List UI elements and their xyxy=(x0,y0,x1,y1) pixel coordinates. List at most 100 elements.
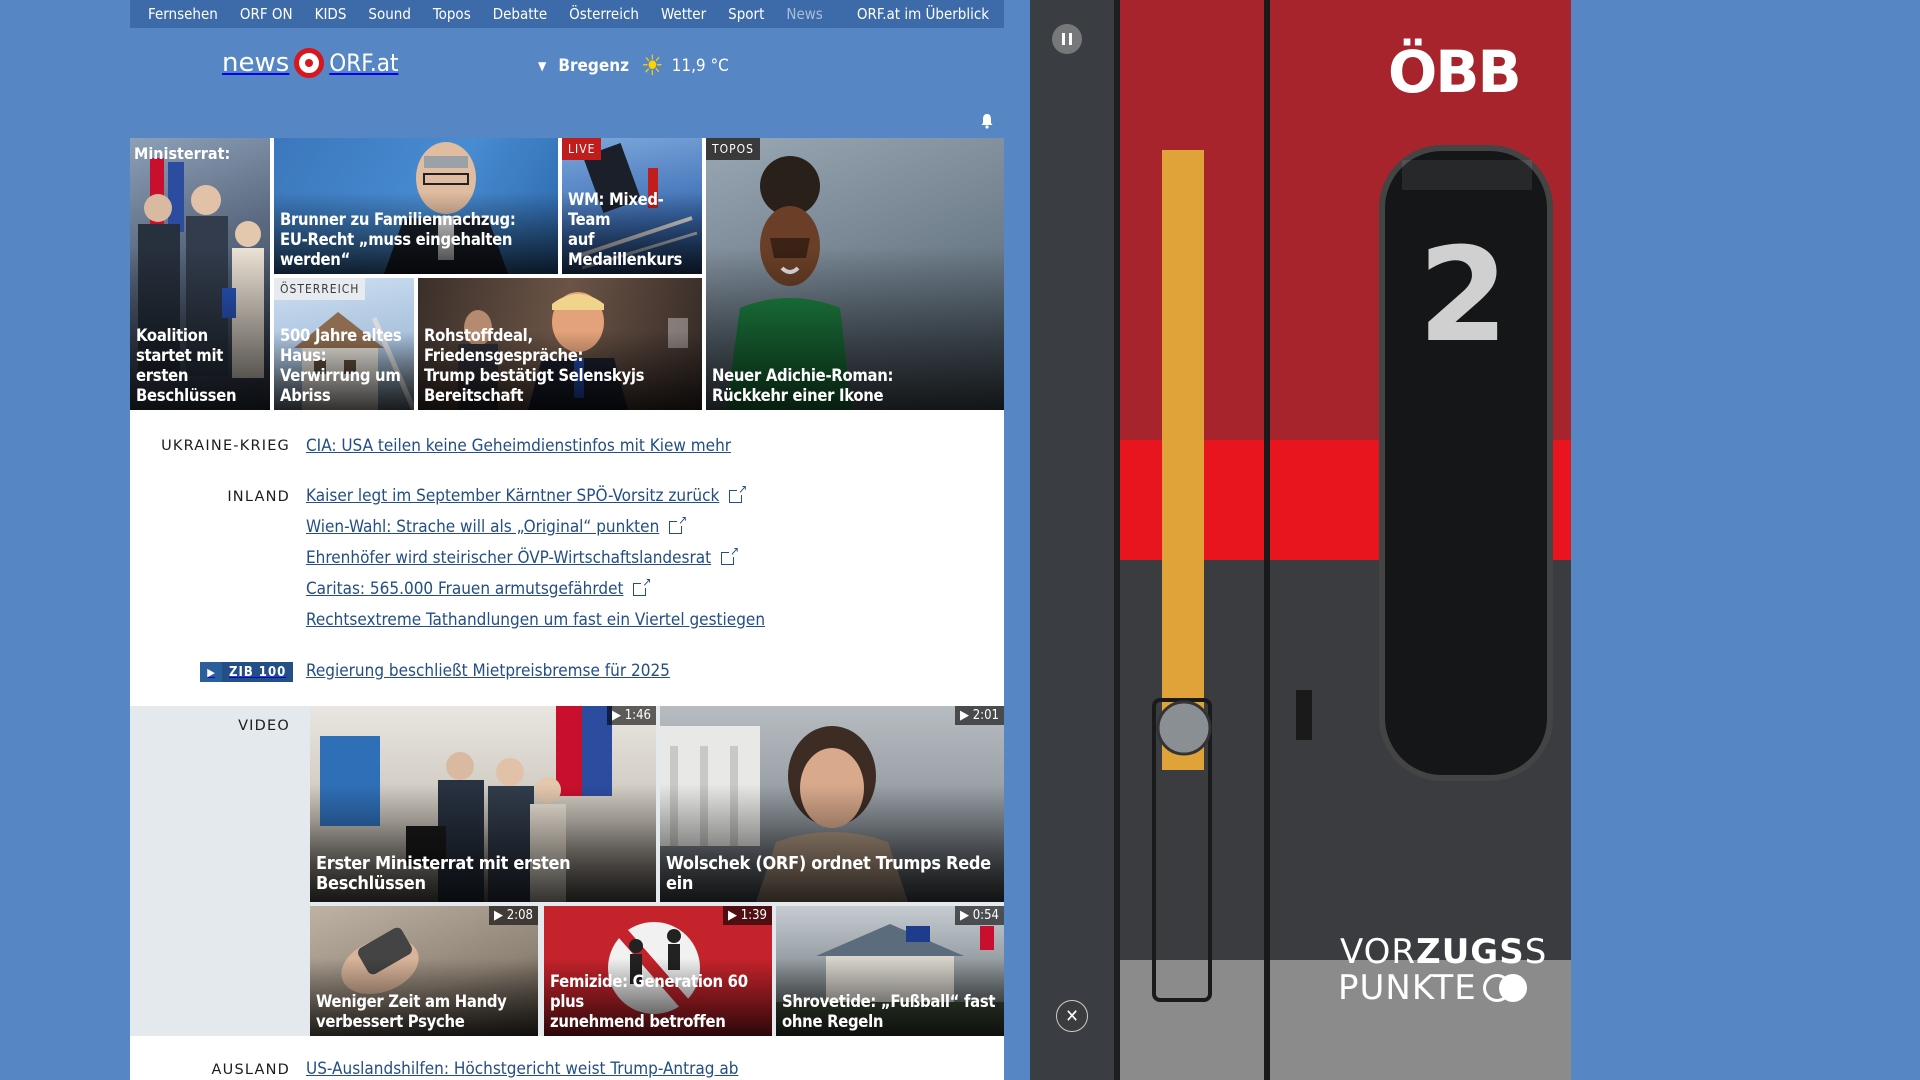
external-link-icon xyxy=(669,514,687,534)
video-duration: ▶ 1:39 xyxy=(723,906,772,925)
train-door-image: 2 xyxy=(1030,0,1571,1080)
tile-caption: Brunner zu Familiennachzug: EU-Recht „mu… xyxy=(280,210,552,270)
tile-caption: Wolschek (ORF) ordnet Trumps Rede ein xyxy=(666,854,998,894)
headline-link[interactable]: US-Auslandshilfen: Höchstgericht weist T… xyxy=(306,1059,738,1079)
slogan-part: S xyxy=(1524,932,1548,972)
video-tile[interactable]: ▶ 0:54 Shrovetide: „Fußball“ fast ohne R… xyxy=(776,906,1004,1036)
caption-line: Neuer Adichie-Roman: xyxy=(712,366,894,385)
section-label-ukraine: UKRAINE-KRIEG xyxy=(161,438,290,454)
caption-line: Brunner zu Familiennachzug: xyxy=(280,210,516,229)
car-number: 2 xyxy=(1418,219,1508,371)
close-button[interactable]: ✕ xyxy=(1056,1000,1088,1032)
story-tile-haus[interactable]: ÖSTERREICH 500 Jahre altes Haus: Verwirr… xyxy=(274,278,414,410)
caption-line: Wolschek (ORF) ordnet Trumps Rede ein xyxy=(666,853,991,894)
zib-100-logo[interactable]: ▶ ZIB 100 xyxy=(200,662,294,682)
caption-line: Rückkehr einer Ikone xyxy=(712,386,884,405)
headline-text: Wien-Wahl: Strache will als „Original“ p… xyxy=(306,517,660,537)
nav-overview[interactable]: ORF.at im Überblick xyxy=(857,5,989,23)
headline-link[interactable]: Wien-Wahl: Strache will als „Original“ p… xyxy=(306,514,687,538)
caret-down-icon[interactable]: ▼ xyxy=(538,59,546,73)
video-duration: ▶ 2:08 xyxy=(489,906,538,925)
main-content: Ministerrat: Koalition startet mit erste… xyxy=(130,104,1004,1080)
pause-button[interactable] xyxy=(1052,24,1082,54)
tile-kicker: Ministerrat: xyxy=(134,144,231,163)
live-badge: LIVE xyxy=(562,138,602,160)
caption-line: Trump bestätigt Selenskyjs Bereitschaft xyxy=(424,366,645,405)
tile-caption: 500 Jahre altes Haus: Verwirrung um Abri… xyxy=(280,326,408,406)
headline-link[interactable]: Regierung beschließt Mietpreisbremse für… xyxy=(306,661,670,681)
video-duration: ▶ 0:54 xyxy=(955,906,1004,925)
slogan-part: VOR xyxy=(1340,932,1417,972)
oesterreich-badge: ÖSTERREICH xyxy=(274,278,366,300)
caption-line: Koalition startet mit xyxy=(136,326,224,365)
nav-topos[interactable]: Topos xyxy=(433,5,471,23)
external-link-icon xyxy=(729,483,747,503)
nav-news[interactable]: News xyxy=(786,5,822,23)
caption-line: Weniger Zeit am Handy xyxy=(316,992,507,1011)
video-tile[interactable]: ▶ 1:39 Femizide: Generation 60 plus zune… xyxy=(544,906,772,1036)
headline-text: Rechtsextreme Tathandlungen um fast ein … xyxy=(306,610,766,630)
video-duration: ▶ 2:01 xyxy=(955,706,1004,725)
bell-icon[interactable] xyxy=(980,113,994,129)
caption-line: ersten Beschlüssen xyxy=(136,366,237,405)
play-icon: ▶ xyxy=(200,662,222,682)
weather-location: Bregenz xyxy=(558,56,630,76)
nav-kids[interactable]: KIDS xyxy=(315,5,347,23)
headline-text: Ehrenhöfer wird steirischer ÖVP-Wirtscha… xyxy=(306,548,712,568)
tile-caption: WM: Mixed-Team auf Medaillenkurs xyxy=(568,190,696,270)
story-tile-wm[interactable]: LIVE WM: Mixed-Team auf Medaillenkurs xyxy=(562,138,702,274)
tile-caption: Koalition startet mit ersten Beschlüssen xyxy=(136,326,264,406)
ad-slogan-line2: PUNKTE xyxy=(1338,968,1527,1008)
logo-news-text: news xyxy=(222,48,290,78)
nav-sound[interactable]: Sound xyxy=(368,5,411,23)
caption-line: Rohstoffdeal, Friedensgespräche: xyxy=(424,326,584,365)
tile-caption: Weniger Zeit am Handy verbessert Psyche xyxy=(316,992,532,1032)
nav-sport[interactable]: Sport xyxy=(728,5,764,23)
story-tile-adichie[interactable]: TOPOS Neuer Adichie-Roman: Rückkehr eine… xyxy=(706,138,1004,410)
headline-link[interactable]: Rechtsextreme Tathandlungen um fast ein … xyxy=(306,610,765,630)
tile-caption: Neuer Adichie-Roman: Rückkehr einer Ikon… xyxy=(712,366,998,406)
nav-wetter[interactable]: Wetter xyxy=(661,5,706,23)
video-tile[interactable]: ▶ 2:01 Wolschek (ORF) ordnet Trumps Rede… xyxy=(660,706,1004,902)
section-label-ausland: AUSLAND xyxy=(211,1062,290,1078)
story-tile-trump[interactable]: Rohstoffdeal, Friedensgespräche: Trump b… xyxy=(418,278,702,410)
headline-text: Kaiser legt im September Kärntner SPÖ-Vo… xyxy=(306,486,720,506)
caption-line: Femizide: Generation 60 plus xyxy=(550,972,748,1011)
tile-caption: Erster Ministerrat mit ersten Beschlüsse… xyxy=(316,854,650,894)
nav-orf-on[interactable]: ORF ON xyxy=(240,5,293,23)
points-icon xyxy=(1482,974,1527,1002)
orf-eye-icon xyxy=(294,48,325,78)
nav-oesterreich[interactable]: Österreich xyxy=(569,5,639,23)
zib-label: ZIB 100 xyxy=(222,662,294,682)
story-tile-koalition[interactable]: Ministerrat: Koalition startet mit erste… xyxy=(130,138,270,410)
headline-link[interactable]: Ehrenhöfer wird steirischer ÖVP-Wirtscha… xyxy=(306,545,739,569)
tile-caption: Rohstoffdeal, Friedensgespräche: Trump b… xyxy=(424,326,696,406)
oebb-advertisement[interactable]: 2 ÖBB VORZUGSS PUNKTE ✕ xyxy=(1030,0,1571,1080)
news-orf-logo[interactable]: news ORF.at xyxy=(222,48,398,78)
caption-line: WM: Mixed-Team xyxy=(568,190,664,229)
nav-fernsehen[interactable]: Fernsehen xyxy=(148,5,218,23)
weather-widget[interactable]: ▼ Bregenz ☀ 11,9 °C xyxy=(538,52,729,80)
headline-text: Caritas: 565.000 Frauen armutsgefährdet xyxy=(306,579,624,599)
logo-orf-text: ORF.at xyxy=(329,49,399,77)
caption-line: zunehmend betroffen xyxy=(550,1012,726,1031)
video-tile[interactable]: ▶ 1:46 Erster Ministerrat mit ersten Bes… xyxy=(310,706,656,902)
tile-caption: Femizide: Generation 60 plus zunehmend b… xyxy=(550,972,766,1032)
headline-link[interactable]: Kaiser legt im September Kärntner SPÖ-Vo… xyxy=(306,483,747,507)
video-tile[interactable]: ▶ 2:08 Weniger Zeit am Handy verbessert … xyxy=(310,906,538,1036)
section-label-video: VIDEO xyxy=(238,718,290,734)
caption-line: verbessert Psyche xyxy=(316,1012,465,1031)
slogan-part: PUNKTE xyxy=(1338,968,1477,1008)
sun-icon: ☀ xyxy=(641,49,664,82)
headline-link[interactable]: Caritas: 565.000 Frauen armutsgefährdet xyxy=(306,576,651,600)
slogan-part-bold: ZUGS xyxy=(1416,932,1525,972)
oebb-logo: ÖBB xyxy=(1388,38,1522,106)
external-link-icon xyxy=(633,576,651,596)
headline-link[interactable]: CIA: USA teilen keine Geheimdienstinfos … xyxy=(306,436,731,456)
section-label-inland: INLAND xyxy=(227,489,290,505)
caption-line: EU-Recht „muss eingehalten werden“ xyxy=(280,230,513,269)
story-tile-brunner[interactable]: Brunner zu Familiennachzug: EU-Recht „mu… xyxy=(274,138,558,274)
caption-line: Verwirrung um Abriss xyxy=(280,366,401,405)
tile-caption: Shrovetide: „Fußball“ fast ohne Regeln xyxy=(782,992,998,1032)
nav-debatte[interactable]: Debatte xyxy=(493,5,547,23)
